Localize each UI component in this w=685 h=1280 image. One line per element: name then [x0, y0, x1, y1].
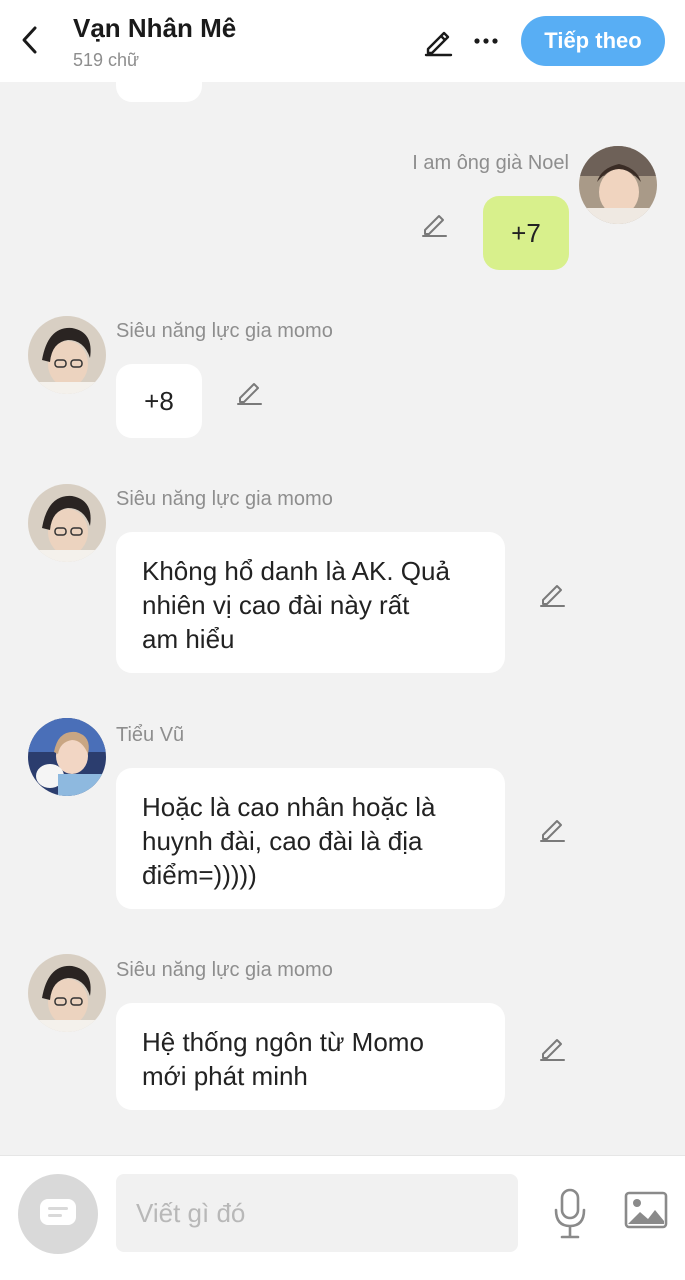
avatar[interactable] — [28, 954, 106, 1032]
pencil-icon — [540, 1039, 565, 1061]
chevron-left-icon — [22, 26, 37, 54]
chat-area[interactable]: I am ông già Noel +7 Siêu năng lực gia m… — [0, 82, 685, 1155]
message-bubble-partial[interactable] — [116, 82, 202, 102]
avatar[interactable] — [28, 316, 106, 394]
pencil-icon — [237, 383, 262, 405]
message-line: Hoặc là cao nhân hoặc là — [142, 792, 436, 822]
top-bar: Vạn Nhân Mê 519 chữ Tiếp theo — [0, 0, 685, 82]
message-bubble[interactable]: +8 — [116, 364, 202, 438]
composer-bar — [0, 1155, 685, 1280]
message-bubble[interactable]: Không hổ danh là AK. Quả nhiên vị cao đà… — [116, 532, 505, 673]
next-button[interactable]: Tiếp theo — [521, 16, 665, 66]
edit-message-button[interactable] — [537, 814, 567, 844]
microphone-icon — [554, 1188, 586, 1239]
message-line: Hệ thống ngôn từ Momo — [142, 1027, 424, 1057]
chat-mode-button[interactable] — [18, 1174, 98, 1254]
word-count: 519 chữ — [73, 50, 140, 70]
message-line: mới phát minh — [142, 1061, 308, 1091]
avatar[interactable] — [579, 146, 657, 224]
pencil-icon — [422, 215, 447, 237]
edit-message-button[interactable] — [419, 209, 449, 239]
message-bubble[interactable]: Hệ thống ngôn từ Momo mới phát minh — [116, 1003, 505, 1110]
edit-message-button[interactable] — [537, 1033, 567, 1063]
sender-name: Siêu năng lực gia momo — [116, 488, 333, 510]
message-line: am hiểu — [142, 624, 235, 654]
edit-message-button[interactable] — [537, 579, 567, 609]
sender-name: Siêu năng lực gia momo — [116, 959, 333, 981]
image-icon — [624, 1191, 668, 1229]
message-bubble[interactable]: Hoặc là cao nhân hoặc là huynh đài, cao … — [116, 768, 505, 909]
back-button[interactable] — [14, 22, 44, 58]
avatar[interactable] — [28, 718, 106, 796]
chat-bubble-icon — [40, 1199, 76, 1225]
message-line: huynh đài, cao đài là địa — [142, 826, 423, 856]
more-button[interactable] — [470, 24, 502, 58]
page-title: Vạn Nhân Mê — [73, 13, 237, 43]
voice-button[interactable] — [548, 1186, 592, 1242]
pencil-icon — [424, 31, 453, 57]
edit-message-button[interactable] — [234, 377, 264, 407]
message-line: điểm=))))) — [142, 860, 257, 890]
message-line: Không hổ danh là AK. Quả — [142, 556, 450, 586]
title-block: Vạn Nhân Mê 519 chữ — [73, 12, 236, 72]
avatar[interactable] — [28, 484, 106, 562]
pencil-icon — [540, 820, 565, 842]
message-bubble[interactable]: +7 — [483, 196, 569, 270]
pencil-icon — [540, 585, 565, 607]
sender-name: Tiểu Vũ — [116, 724, 185, 746]
edit-title-button[interactable] — [420, 24, 456, 58]
sender-name: Siêu năng lực gia momo — [116, 320, 333, 342]
message-input[interactable] — [116, 1174, 518, 1252]
more-dots-icon — [474, 38, 498, 44]
image-button[interactable] — [622, 1188, 670, 1232]
sender-name: I am ông già Noel — [412, 152, 569, 174]
message-line: nhiên vị cao đài này rất — [142, 590, 410, 620]
